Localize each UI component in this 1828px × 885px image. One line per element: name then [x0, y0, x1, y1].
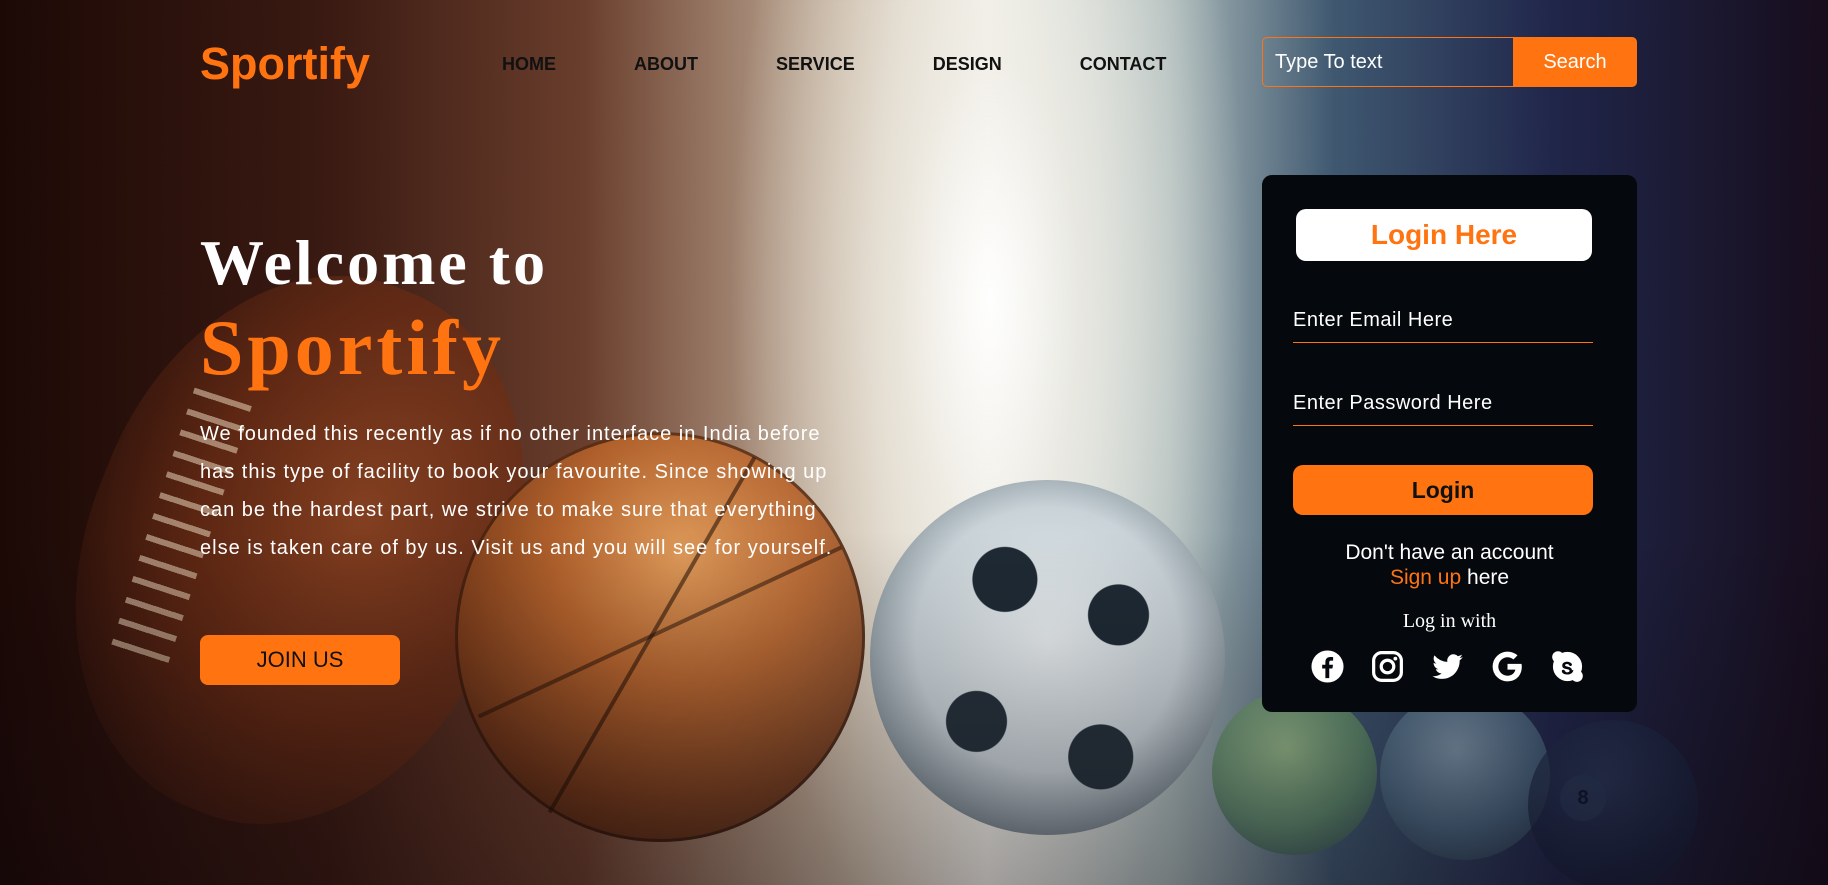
site-logo[interactable]: Sportify [200, 38, 370, 90]
search-bar: Search [1262, 37, 1637, 87]
signup-suffix: here [1467, 566, 1510, 589]
password-field[interactable] [1293, 382, 1593, 426]
nav-about[interactable]: ABOUT [634, 54, 698, 75]
main-nav: HOME ABOUT SERVICE DESIGN CONTACT [502, 54, 1166, 75]
nav-service[interactable]: SERVICE [776, 54, 855, 75]
nav-contact[interactable]: CONTACT [1080, 54, 1167, 75]
login-with-text: Log in with [1402, 610, 1497, 632]
hero-welcome-heading: Welcome to [200, 227, 549, 298]
hero-description: We founded this recently as if no other … [200, 423, 833, 559]
skype-icon[interactable] [1550, 649, 1585, 684]
baseball-image [1380, 690, 1550, 860]
basketball-seam [477, 545, 843, 719]
facebook-icon[interactable] [1310, 649, 1345, 684]
signup-line: Sign up here [1262, 566, 1637, 590]
login-button[interactable]: Login [1293, 465, 1593, 515]
tennis-ball-image [1212, 690, 1377, 855]
signup-link[interactable]: Sign up [1390, 566, 1461, 589]
social-login-icons [1310, 649, 1585, 684]
join-us-button[interactable]: JOIN US [200, 635, 400, 685]
nav-design[interactable]: DESIGN [933, 54, 1002, 75]
nav-home[interactable]: HOME [502, 54, 556, 75]
instagram-icon[interactable] [1370, 649, 1405, 684]
email-field[interactable] [1293, 299, 1593, 343]
twitter-icon[interactable] [1430, 649, 1465, 684]
search-button[interactable]: Search [1513, 37, 1637, 87]
login-card: Login Here Login Don't have an account S… [1262, 175, 1637, 712]
login-title: Login Here [1296, 209, 1592, 261]
billiard-ball-image [1528, 720, 1698, 885]
no-account-text: Don't have an account [1345, 541, 1554, 564]
google-icon[interactable] [1490, 649, 1525, 684]
soccer-ball-image [870, 480, 1225, 835]
hero-brand-heading: Sportify [200, 304, 505, 391]
billiard-ball-number: 8 [1560, 775, 1606, 821]
search-input[interactable] [1262, 37, 1513, 87]
